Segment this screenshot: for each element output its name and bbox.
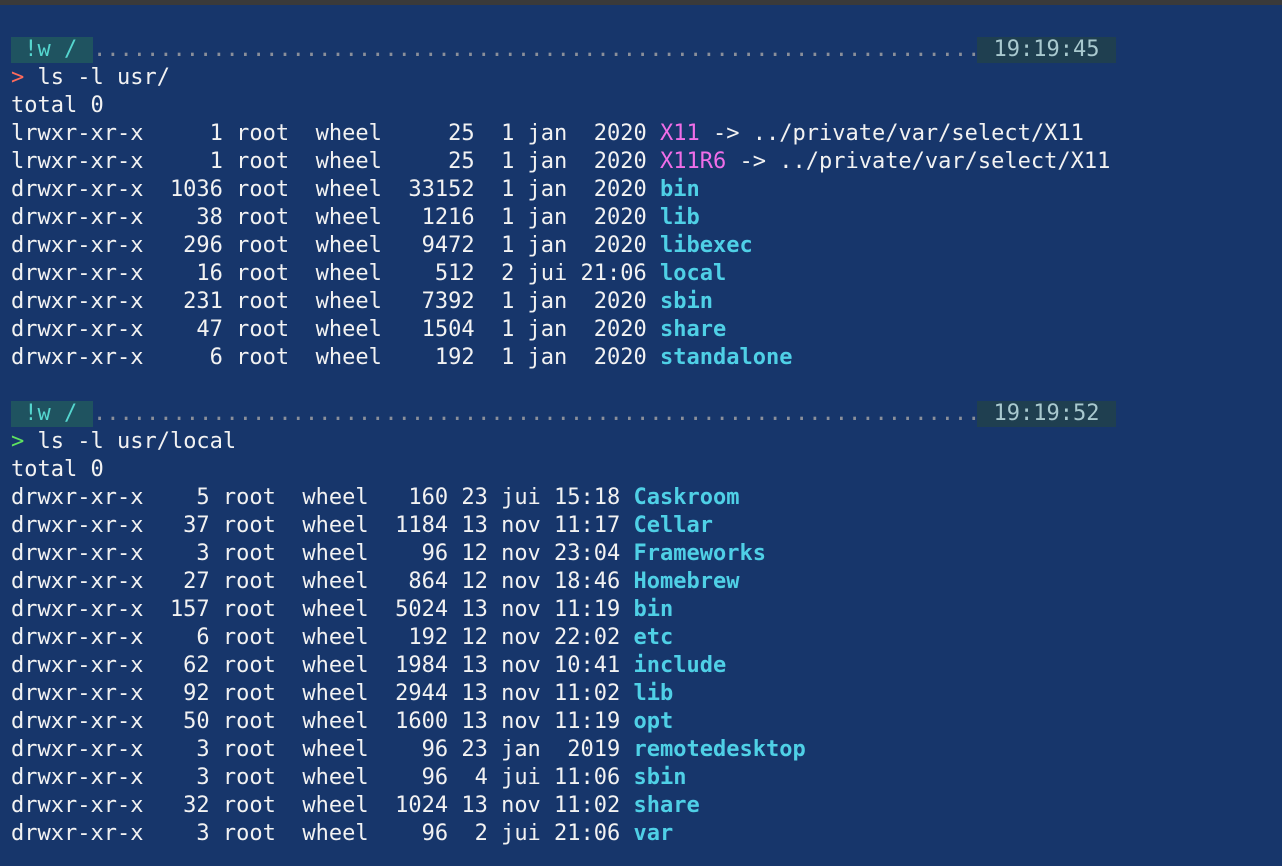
entry-metadata: drwxr-xr-x 6 root wheel 192 1 jan 2020 [11, 345, 661, 370]
directory-name: standalone [660, 345, 793, 370]
listing-row: drwxr-xr-x 3 root wheel 96 4 jui 11:06 s… [11, 764, 687, 792]
directory-name: var [633, 821, 674, 846]
entry-metadata: drwxr-xr-x 3 root wheel 96 2 jui 21:06 [11, 821, 634, 846]
listing-row: drwxr-xr-x 92 root wheel 2944 13 nov 11:… [11, 680, 673, 708]
terminal-output[interactable]: !w / ...................................… [0, 0, 1282, 866]
prompt-filler-dots: ........................................… [93, 401, 989, 426]
entry-metadata: drwxr-xr-x 3 root wheel 96 12 nov 23:04 [11, 541, 634, 566]
symlink-target: -> ../private/var/select/X11 [699, 121, 1084, 146]
prompt-symbol: > [11, 429, 25, 454]
entry-metadata: drwxr-xr-x 296 root wheel 9472 1 jan 202… [11, 233, 661, 258]
prompt-path-segment: !w / [11, 37, 93, 63]
entry-metadata: drwxr-xr-x 62 root wheel 1984 13 nov 10:… [11, 653, 634, 678]
entry-metadata: drwxr-xr-x 32 root wheel 1024 13 nov 11:… [11, 793, 634, 818]
prompt-timestamp: 19:19:45 [977, 37, 1116, 63]
directory-name: etc [633, 625, 674, 650]
directory-name: Caskroom [633, 485, 740, 510]
entry-metadata: drwxr-xr-x 27 root wheel 864 12 nov 18:4… [11, 569, 634, 594]
prompt-symbol: > [11, 65, 25, 90]
listing-row: drwxr-xr-x 62 root wheel 1984 13 nov 10:… [11, 652, 726, 680]
symlink-target: -> ../private/var/select/X11 [726, 149, 1111, 174]
listing-row: drwxr-xr-x 38 root wheel 1216 1 jan 2020… [11, 204, 700, 232]
listing-row: drwxr-xr-x 32 root wheel 1024 13 nov 11:… [11, 792, 700, 820]
symlink-name: X11R6 [660, 149, 727, 174]
listing-row: drwxr-xr-x 157 root wheel 5024 13 nov 11… [11, 596, 673, 624]
entry-metadata: drwxr-xr-x 231 root wheel 7392 1 jan 202… [11, 289, 661, 314]
listing-row: lrwxr-xr-x 1 root wheel 25 1 jan 2020 X1… [11, 120, 1084, 148]
directory-name: local [660, 261, 727, 286]
symlink-name: X11 [660, 121, 700, 146]
listing-row: drwxr-xr-x 37 root wheel 1184 13 nov 11:… [11, 512, 713, 540]
directory-name: Frameworks [633, 541, 766, 566]
prompt-status-line: !w / ...................................… [11, 37, 1116, 63]
prompt-path-segment: !w / [11, 401, 93, 427]
listing-row: drwxr-xr-x 231 root wheel 7392 1 jan 202… [11, 288, 713, 316]
command-text: ls -l usr/local [24, 429, 237, 454]
entry-metadata: drwxr-xr-x 157 root wheel 5024 13 nov 11… [11, 597, 634, 622]
entry-metadata: drwxr-xr-x 38 root wheel 1216 1 jan 2020 [11, 205, 661, 230]
listing-total: total 0 [11, 457, 104, 482]
directory-name: opt [633, 709, 674, 734]
directory-name: remotedesktop [633, 737, 806, 762]
entry-metadata: drwxr-xr-x 37 root wheel 1184 13 nov 11:… [11, 513, 634, 538]
entry-metadata: drwxr-xr-x 16 root wheel 512 2 jui 21:06 [11, 261, 661, 286]
directory-name: share [633, 793, 700, 818]
entry-metadata: drwxr-xr-x 1036 root wheel 33152 1 jan 2… [11, 177, 661, 202]
listing-row: drwxr-xr-x 47 root wheel 1504 1 jan 2020… [11, 316, 726, 344]
prompt-status-line: !w / ...................................… [11, 401, 1116, 427]
listing-row: drwxr-xr-x 16 root wheel 512 2 jui 21:06… [11, 260, 726, 288]
command-text: ls -l usr/ [24, 65, 170, 90]
command-line: > ls -l usr/local [11, 428, 236, 456]
directory-name: Cellar [633, 513, 714, 538]
listing-total: total 0 [11, 93, 104, 118]
directory-name: include [633, 653, 727, 678]
directory-name: sbin [633, 765, 687, 790]
listing-row: lrwxr-xr-x 1 root wheel 25 1 jan 2020 X1… [11, 148, 1110, 176]
listing-row: drwxr-xr-x 3 root wheel 96 12 nov 23:04 … [11, 540, 766, 568]
entry-metadata: lrwxr-xr-x 1 root wheel 25 1 jan 2020 [11, 149, 661, 174]
directory-name: bin [660, 177, 700, 202]
listing-row: drwxr-xr-x 50 root wheel 1600 13 nov 11:… [11, 708, 673, 736]
listing-row: drwxr-xr-x 5 root wheel 160 23 jui 15:18… [11, 484, 740, 512]
entry-metadata: drwxr-xr-x 3 root wheel 96 23 jan 2019 [11, 737, 634, 762]
listing-row: drwxr-xr-x 27 root wheel 864 12 nov 18:4… [11, 568, 740, 596]
prompt-filler-dots: ........................................… [93, 37, 989, 62]
directory-name: sbin [660, 289, 713, 314]
entry-metadata: drwxr-xr-x 92 root wheel 2944 13 nov 11:… [11, 681, 634, 706]
directory-name: lib [660, 205, 700, 230]
command-line: > ls -l usr/ [11, 64, 170, 92]
entry-metadata: lrwxr-xr-x 1 root wheel 25 1 jan 2020 [11, 121, 661, 146]
entry-metadata: drwxr-xr-x 47 root wheel 1504 1 jan 2020 [11, 317, 661, 342]
entry-metadata: drwxr-xr-x 3 root wheel 96 4 jui 11:06 [11, 765, 634, 790]
directory-name: lib [633, 681, 674, 706]
listing-row: drwxr-xr-x 6 root wheel 192 12 nov 22:02… [11, 624, 673, 652]
directory-name: libexec [660, 233, 753, 258]
entry-metadata: drwxr-xr-x 6 root wheel 192 12 nov 22:02 [11, 625, 634, 650]
listing-row: drwxr-xr-x 3 root wheel 96 2 jui 21:06 v… [11, 820, 673, 848]
prompt-timestamp: 19:19:52 [977, 401, 1116, 427]
directory-name: Homebrew [633, 569, 740, 594]
listing-row: drwxr-xr-x 6 root wheel 192 1 jan 2020 s… [11, 344, 792, 372]
listing-row: drwxr-xr-x 3 root wheel 96 23 jan 2019 r… [11, 736, 806, 764]
directory-name: bin [633, 597, 674, 622]
entry-metadata: drwxr-xr-x 50 root wheel 1600 13 nov 11:… [11, 709, 634, 734]
directory-name: share [660, 317, 727, 342]
entry-metadata: drwxr-xr-x 5 root wheel 160 23 jui 15:18 [11, 485, 634, 510]
listing-row: drwxr-xr-x 296 root wheel 9472 1 jan 202… [11, 232, 753, 260]
listing-row: drwxr-xr-x 1036 root wheel 33152 1 jan 2… [11, 176, 700, 204]
